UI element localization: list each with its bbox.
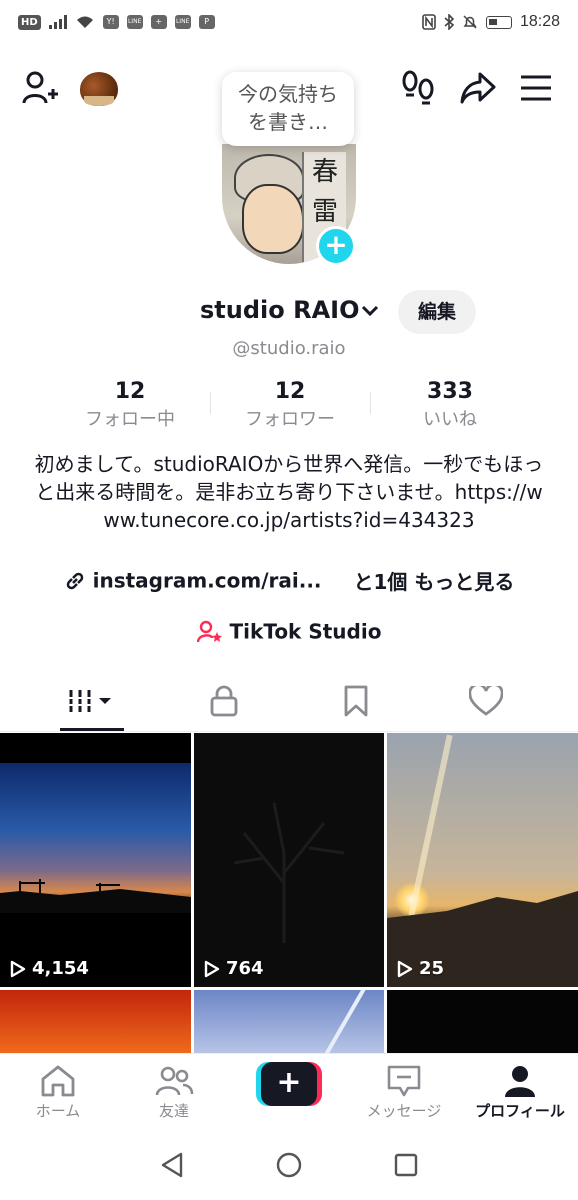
status-time: 18:28 [519, 13, 560, 30]
add-story-button[interactable]: + [316, 226, 356, 266]
video-thumbnail[interactable]: 25 [387, 733, 578, 987]
likes-stat[interactable]: 333 いいね [370, 378, 530, 438]
nav-profile-label: プロフィール [475, 1102, 565, 1120]
message-icon [387, 1065, 421, 1097]
wifi-icon [76, 16, 93, 28]
more-links-button[interactable]: と1個 もっと見る [353, 570, 514, 594]
nav-home[interactable]: ホーム [8, 1062, 108, 1121]
yahoo-notification-icon: Y! [102, 15, 119, 29]
profile-icon [505, 1066, 535, 1097]
hamburger-menu-icon [521, 75, 551, 101]
following-stat[interactable]: 12 フォロー中 [50, 378, 210, 438]
nav-friends[interactable]: 友達 [124, 1062, 224, 1121]
saved-tab[interactable] [290, 672, 422, 730]
status-bar: HD Y! LINE + LINE P 18:28 [0, 0, 578, 44]
liked-tab[interactable] [420, 672, 552, 730]
battery-icon [485, 15, 512, 29]
following-count: 12 [114, 379, 146, 404]
video-thumbnail[interactable] [0, 990, 191, 1053]
play-icon [10, 960, 26, 977]
video-grid: 4,154 764 25 [0, 733, 578, 1053]
videos-tab[interactable] [26, 672, 158, 730]
video-thumbnail[interactable]: 4,154 [0, 733, 191, 987]
bluetooth-icon [444, 14, 454, 30]
play-icon [397, 960, 413, 977]
profile-name[interactable]: studio RAIO [200, 296, 359, 324]
person-star-icon [196, 620, 222, 642]
instagram-link[interactable]: instagram.com/rai... [93, 569, 322, 593]
friends-icon [155, 1066, 194, 1096]
edit-profile-button[interactable]: 編集 [398, 290, 476, 334]
mute-bell-icon [463, 15, 477, 29]
menu-button[interactable] [516, 68, 556, 108]
chevron-down-icon[interactable] [360, 300, 380, 320]
profile-bio: 初めまして。studioRAIOから世界へ発信。一秒でもほっと出来る時間を。是非… [34, 452, 544, 532]
view-count: 4,154 [10, 958, 89, 979]
nfc-icon [422, 14, 436, 30]
person-plus-icon [22, 71, 58, 104]
nav-inbox[interactable]: メッセージ [354, 1062, 454, 1121]
chestnut-icon[interactable] [80, 72, 118, 106]
plus-notification-icon: + [150, 15, 167, 29]
line-notification-icon-2: LINE [174, 15, 191, 29]
profile-links: instagram.com/rai... と1個 もっと見る [0, 566, 578, 595]
system-navigation-bar [0, 1129, 578, 1200]
bottom-navigation: ホーム 友達 + メッセージ プロフィール [0, 1053, 578, 1129]
likes-label: いいね [423, 409, 477, 430]
add-friend-button[interactable] [20, 68, 60, 108]
share-profile-button[interactable] [458, 68, 498, 108]
followers-count: 12 [274, 379, 306, 404]
followers-stat[interactable]: 12 フォロワー [210, 378, 370, 438]
nav-friends-label: 友達 [158, 1102, 189, 1120]
profile-name-row: studio RAIO 編集 [0, 290, 578, 334]
grid-lines-icon [67, 690, 111, 712]
footprints-button[interactable] [398, 68, 438, 108]
followers-label: フォロワー [245, 409, 335, 430]
signal-icon [48, 15, 67, 29]
line-notification-icon: LINE [126, 15, 143, 29]
create-video-button[interactable]: + [256, 1062, 322, 1106]
profile-handle: @studio.raio [232, 338, 346, 359]
play-icon [204, 960, 220, 977]
home-icon [41, 1065, 75, 1097]
plus-icon: + [261, 1062, 317, 1106]
bookmark-icon [344, 685, 368, 717]
nav-home-label: ホーム [35, 1102, 81, 1120]
home-circle-icon[interactable] [275, 1151, 303, 1179]
profile-content-tabs [0, 672, 578, 732]
recents-square-icon[interactable] [393, 1152, 419, 1178]
video-thumbnail[interactable] [387, 990, 578, 1053]
likes-count: 333 [427, 379, 473, 404]
view-count: 25 [397, 958, 444, 979]
status-note-text: 今の気持ちを書き… [238, 82, 338, 134]
back-triangle-icon[interactable] [159, 1151, 185, 1179]
heart-icon [469, 686, 503, 716]
share-arrow-icon [460, 72, 496, 104]
network-hd-badge: HD [18, 14, 41, 30]
nav-inbox-label: メッセージ [366, 1102, 442, 1120]
tiktok-studio-link[interactable]: TikTok Studio [0, 618, 578, 644]
link-icon [66, 572, 83, 589]
nav-profile[interactable]: プロフィール [470, 1062, 570, 1121]
video-thumbnail[interactable] [194, 990, 384, 1053]
profile-stats: 12 フォロー中 12 フォロワー 333 いいね [50, 378, 530, 438]
lock-icon [210, 685, 238, 717]
footprints-icon [402, 70, 434, 105]
tiktok-studio-label: TikTok Studio [229, 619, 382, 644]
private-tab[interactable] [158, 672, 290, 730]
active-tab-indicator [60, 728, 124, 731]
p-notification-icon: P [198, 15, 215, 29]
video-thumbnail[interactable]: 764 [194, 733, 384, 987]
following-label: フォロー中 [85, 409, 175, 430]
status-note-bubble[interactable]: 今の気持ちを書き… [222, 72, 354, 146]
view-count: 764 [204, 958, 264, 979]
